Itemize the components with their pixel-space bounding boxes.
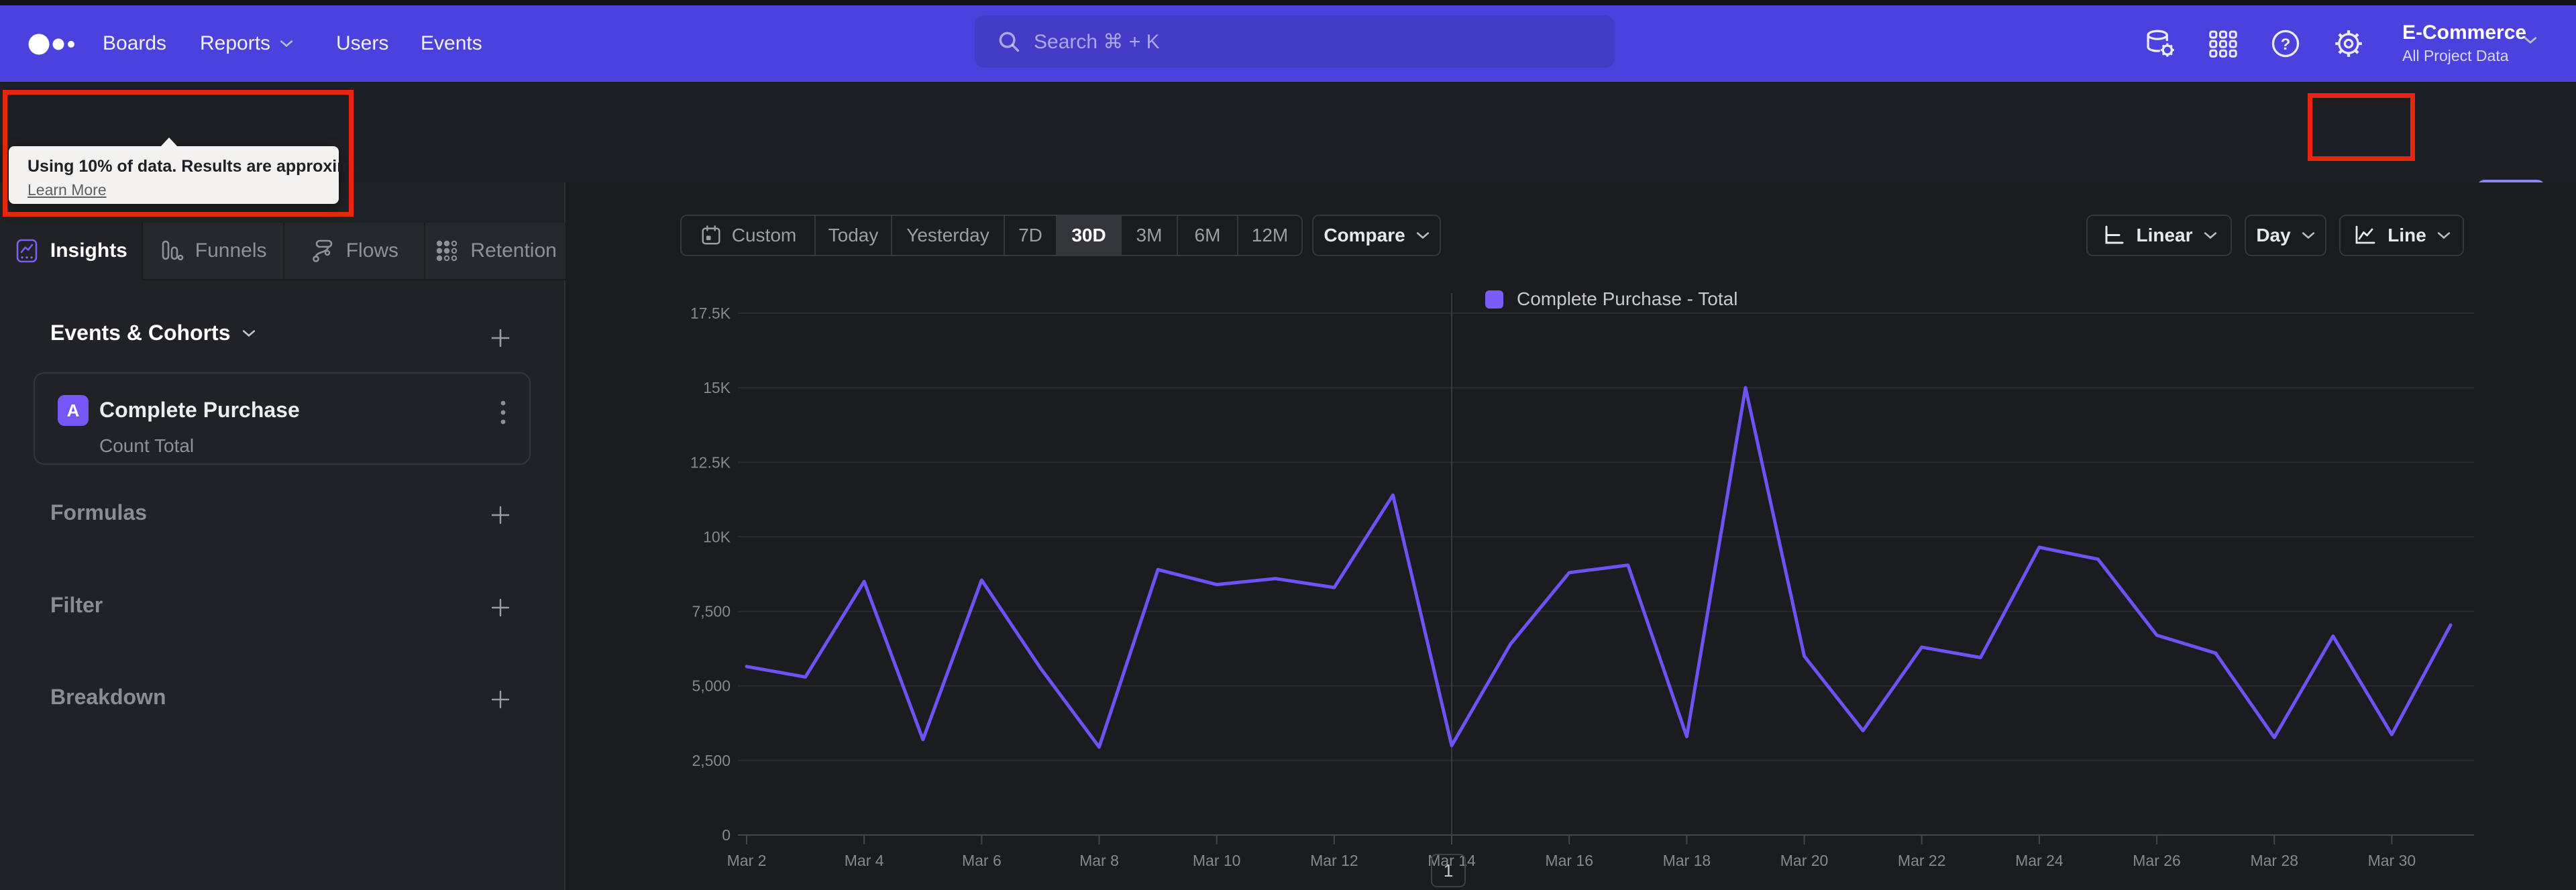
svg-text:Mar 4: Mar 4: [845, 852, 884, 869]
chevron-down-icon[interactable]: [2524, 36, 2537, 44]
svg-text:Mar 12: Mar 12: [1310, 852, 1358, 869]
filter-label: Filter: [50, 593, 103, 617]
svg-text:5,000: 5,000: [692, 677, 731, 695]
top-nav: Boards Reports Users Events Search ⌘ + K: [0, 5, 2576, 82]
data-management-icon[interactable]: [2145, 28, 2176, 59]
apps-grid-icon[interactable]: [2208, 28, 2239, 59]
line-chart[interactable]: 0 2,500 5,000 7,500 10K 12.5K 15K 17.5K Mar 2 Mar…: [566, 182, 2576, 890]
svg-text:Mar 28: Mar 28: [2250, 852, 2298, 869]
mixpanel-logo-icon[interactable]: [28, 33, 85, 56]
nav-item-label: Users: [336, 32, 389, 54]
svg-text:Mar 2: Mar 2: [727, 852, 767, 869]
svg-text:7,500: 7,500: [692, 603, 731, 620]
nav-item-label: Events: [421, 32, 482, 54]
tab-insights[interactable]: Insights: [0, 223, 142, 280]
retention-icon: [437, 240, 458, 262]
svg-text:10K: 10K: [703, 528, 731, 545]
events-cohorts-label: Events & Cohorts: [50, 321, 231, 345]
event-metric[interactable]: Count Total: [99, 435, 194, 457]
svg-text:?: ?: [2281, 36, 2291, 54]
tab-flows[interactable]: Flows: [282, 223, 425, 280]
nav-item-reports[interactable]: Reports: [200, 5, 293, 82]
svg-text:Mar 24: Mar 24: [2015, 852, 2063, 869]
workspace-scope: All Project Data: [2402, 47, 2509, 64]
tab-label: Flows: [345, 239, 399, 262]
formulas-label: Formulas: [50, 500, 148, 524]
annotation-red-box-toggle: [2308, 93, 2415, 161]
svg-text:Mar 8: Mar 8: [1079, 852, 1119, 869]
add-formula-button[interactable]: [488, 503, 513, 527]
flows-icon: [312, 239, 333, 262]
add-filter-button[interactable]: [488, 596, 513, 620]
chart-panel: Custom Today Yesterday 7D 30D 3M 6M 12M …: [566, 182, 2576, 890]
help-icon[interactable]: ?: [2270, 28, 2301, 59]
svg-text:Mar 10: Mar 10: [1193, 852, 1241, 869]
tab-label: Insights: [50, 239, 127, 262]
nav-item-boards[interactable]: Boards: [103, 5, 166, 82]
search-placeholder: Search ⌘ + K: [1034, 30, 1160, 53]
svg-text:17.5K: 17.5K: [690, 304, 731, 322]
svg-text:2,500: 2,500: [692, 752, 731, 769]
nav-item-label: Reports: [200, 32, 271, 54]
report-header-bar: Untitled Sampled + Add description...: [0, 82, 2576, 228]
add-event-button[interactable]: [488, 326, 513, 350]
add-breakdown-button[interactable]: [488, 687, 513, 712]
svg-text:12.5K: 12.5K: [690, 453, 731, 471]
tab-label: Retention: [470, 239, 557, 262]
nav-item-events[interactable]: Events: [421, 5, 482, 82]
series-letter-badge: A: [58, 395, 89, 426]
breakdown-label: Breakdown: [50, 685, 166, 709]
svg-text:Mar 26: Mar 26: [2133, 852, 2181, 869]
funnels-icon: [162, 240, 184, 261]
insights-icon: [16, 239, 38, 263]
svg-text:Mar 6: Mar 6: [962, 852, 1002, 869]
window-top-edge: [0, 0, 2576, 5]
svg-text:Mar 30: Mar 30: [2368, 852, 2416, 869]
tab-retention[interactable]: Retention: [424, 223, 566, 280]
nav-item-label: Boards: [103, 32, 167, 54]
search-icon: [999, 32, 1020, 52]
event-options-kebab-icon[interactable]: [496, 398, 510, 427]
svg-text:Mar 16: Mar 16: [1545, 852, 1593, 869]
svg-text:Mar 22: Mar 22: [1898, 852, 1946, 869]
search-input[interactable]: Search ⌘ + K: [975, 15, 1615, 68]
events-cohorts-header[interactable]: Events & Cohorts: [50, 321, 256, 345]
settings-gear-icon[interactable]: [2333, 28, 2364, 59]
chevron-down-icon: [243, 329, 256, 337]
event-card[interactable]: A Complete Purchase Count Total: [34, 372, 531, 465]
svg-text:0: 0: [722, 826, 731, 844]
chevron-down-icon: [280, 40, 293, 48]
workspace-name: E-Commerce: [2402, 21, 2527, 44]
app: Boards Reports Users Events Search ⌘ + K: [0, 0, 2576, 890]
svg-text:Mar 18: Mar 18: [1663, 852, 1711, 869]
event-name[interactable]: Complete Purchase: [99, 398, 300, 423]
report-type-tabs: Insights Funnels Flows Retention: [0, 223, 566, 280]
svg-text:Mar 20: Mar 20: [1780, 852, 1829, 869]
workspace-switcher[interactable]: E-Commerce All Project Data: [2402, 20, 2526, 66]
annotation-red-box-title: [3, 90, 354, 217]
pagination-page-button[interactable]: 1: [1431, 854, 1466, 887]
nav-item-users[interactable]: Users: [336, 5, 388, 82]
tab-funnels[interactable]: Funnels: [141, 223, 283, 280]
query-builder-sidebar: Insights Funnels Flows Retention Events …: [0, 182, 566, 890]
tab-label: Funnels: [195, 239, 267, 262]
svg-text:15K: 15K: [703, 379, 731, 396]
